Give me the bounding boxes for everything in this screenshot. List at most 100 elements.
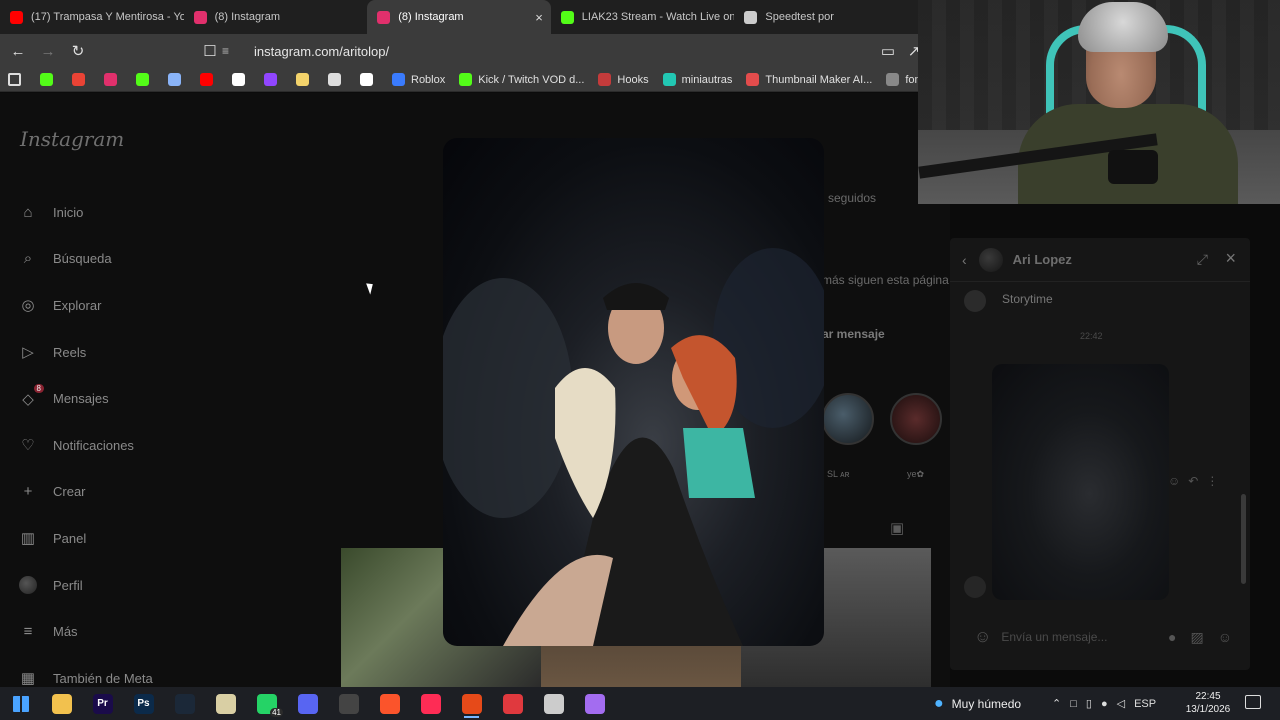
bookmark-item[interactable] bbox=[136, 73, 155, 86]
kick-icon bbox=[459, 73, 473, 86]
bookmark-item[interactable]: Kick / Twitch VOD d... bbox=[459, 73, 584, 86]
instagram-logo[interactable]: Instagram bbox=[20, 127, 124, 151]
bookmark-item[interactable] bbox=[8, 73, 27, 86]
bookmark-item[interactable] bbox=[168, 73, 187, 86]
emoji-icon[interactable]: ☺ bbox=[974, 627, 991, 647]
highlight-label-2: ye✿ bbox=[907, 469, 925, 479]
reload-icon[interactable]: ↻ bbox=[66, 39, 90, 63]
sidebar-item-b-squeda[interactable]: ⌕ Búsqueda bbox=[18, 236, 153, 283]
volume-icon[interactable]: ◁ bbox=[1117, 697, 1125, 710]
streamlabs-icon[interactable] bbox=[492, 687, 533, 720]
ethereum-icon bbox=[168, 73, 181, 86]
following-count[interactable]: l seguidos bbox=[822, 191, 876, 205]
browser-tab[interactable]: (8) Instagram bbox=[184, 0, 368, 34]
notification-center-icon[interactable] bbox=[1245, 695, 1261, 709]
reply-icon[interactable]: ↶ bbox=[1188, 474, 1198, 488]
bookmark-item[interactable] bbox=[40, 73, 59, 86]
system-clock[interactable]: 22:45 13/1/2026 bbox=[1180, 690, 1236, 716]
dm-scrollbar[interactable] bbox=[1241, 290, 1246, 590]
dm-contact-name[interactable]: Ari Lopez bbox=[1013, 252, 1072, 267]
settings-icon[interactable] bbox=[533, 687, 574, 720]
bookmark-item[interactable] bbox=[200, 73, 219, 86]
language-indicator[interactable]: ESP bbox=[1134, 698, 1156, 710]
expand-icon[interactable]: ⤢ bbox=[1197, 251, 1208, 268]
forward-icon[interactable]: → bbox=[36, 39, 60, 63]
bookmark-item[interactable]: Roblox bbox=[392, 73, 445, 86]
browser-tab[interactable]: LIAK23 Stream - Watch Live on Kick bbox=[551, 0, 735, 34]
bookmark-item[interactable] bbox=[360, 73, 379, 86]
media-player-icon[interactable] bbox=[574, 687, 615, 720]
back-icon[interactable]: ‹ bbox=[962, 252, 967, 268]
bookmark-item[interactable] bbox=[72, 73, 91, 86]
browser-tab[interactable]: (17) Trampasa Y Mentirosa - YouTube bbox=[0, 0, 184, 34]
kick-app-icon[interactable] bbox=[205, 687, 246, 720]
windows-icon[interactable] bbox=[0, 687, 41, 720]
chevron-up-icon[interactable]: ⌃ bbox=[1052, 697, 1061, 710]
sidebar-item-label: Crear bbox=[53, 484, 86, 500]
notification-count: 41 bbox=[270, 708, 283, 717]
sidebar-item-label: Explorar bbox=[53, 297, 102, 313]
react-icon[interactable]: ☺ bbox=[1168, 474, 1180, 488]
tiktok-studio-icon[interactable] bbox=[410, 687, 451, 720]
bookmark-item[interactable]: Thumbnail Maker AI... bbox=[746, 73, 872, 86]
bookmark-item[interactable]: Hooks bbox=[598, 73, 649, 86]
back-icon[interactable]: ← bbox=[6, 39, 30, 63]
usb-icon[interactable]: ▯ bbox=[1086, 697, 1092, 710]
more-icon[interactable]: ⋮ bbox=[1206, 474, 1218, 488]
sidebar-item-m-s[interactable]: ≡ Más bbox=[18, 608, 153, 655]
sidebar-item-crear[interactable]: + Crear bbox=[18, 469, 153, 516]
sidebar-item-reels[interactable]: ▷ Reels bbox=[18, 329, 153, 376]
message-composer[interactable]: ☺ Envía un mensaje... ● ▨ ☺ bbox=[974, 618, 1232, 656]
sidebar-item-explorar[interactable]: ◎ Explorar bbox=[18, 282, 153, 329]
bookmark-label: fondos hd bbox=[905, 73, 918, 86]
tab-title: (8) Instagram bbox=[398, 11, 464, 23]
bookmark-item[interactable] bbox=[232, 73, 251, 86]
message-input[interactable]: Envía un mensaje... bbox=[1001, 630, 1154, 644]
address-bar[interactable]: ≡ instagram.com/aritolop/ bbox=[222, 37, 918, 65]
sidebar-item-mensajes[interactable]: ◇ 8 Mensajes bbox=[18, 375, 153, 422]
sidebar-item-inicio[interactable]: ⌂ Inicio bbox=[18, 189, 153, 236]
discord-icon[interactable] bbox=[287, 687, 328, 720]
system-tray: ⌃ □ ▯ ● ◁ ESP bbox=[1052, 687, 1156, 720]
bookmark-item[interactable]: fondos hd bbox=[886, 73, 918, 86]
mic-tray-icon[interactable]: ● bbox=[1101, 698, 1108, 710]
brave-icon[interactable] bbox=[369, 687, 410, 720]
chrome-icon[interactable] bbox=[451, 687, 492, 720]
browser-tab[interactable]: Speedtest por bbox=[734, 0, 918, 34]
send-message-button[interactable]: ar mensaje bbox=[822, 327, 885, 341]
tab-close-icon[interactable]: × bbox=[535, 10, 543, 25]
sidebar-item-panel[interactable]: ▥ Panel bbox=[18, 515, 153, 562]
weather-widget[interactable]: ● Muy húmedo bbox=[934, 687, 1021, 720]
tab-title: LIAK23 Stream - Watch Live on Kick bbox=[581, 11, 735, 23]
close-icon[interactable]: × bbox=[1225, 248, 1236, 269]
bookmark-item[interactable] bbox=[264, 73, 283, 86]
story-highlight-2[interactable] bbox=[890, 393, 942, 445]
photoshop-icon[interactable]: Ps bbox=[123, 687, 164, 720]
image-icon[interactable]: ▨ bbox=[1190, 629, 1203, 646]
sidebar-item-perfil[interactable]: Perfil bbox=[18, 562, 153, 609]
bookmark-star-icon[interactable]: ☐ bbox=[198, 39, 222, 63]
bookmark-item[interactable]: miniautras bbox=[662, 73, 732, 86]
tagged-tab-icon[interactable]: ▣ bbox=[890, 519, 904, 537]
scrollbar-thumb[interactable] bbox=[1241, 494, 1246, 584]
avatar[interactable] bbox=[978, 247, 1003, 272]
browser-tab[interactable]: (8) Instagram × bbox=[367, 0, 551, 34]
network-icon[interactable]: □ bbox=[1070, 698, 1077, 710]
shared-photo-message[interactable] bbox=[992, 364, 1169, 600]
cast-icon[interactable]: ▭ bbox=[876, 39, 900, 63]
premiere-icon[interactable]: Pr bbox=[82, 687, 123, 720]
weather-text: Muy húmedo bbox=[951, 696, 1022, 711]
steam-icon[interactable] bbox=[164, 687, 205, 720]
whatsapp-icon[interactable]: 41 bbox=[246, 687, 287, 720]
file-explorer-icon[interactable] bbox=[41, 687, 82, 720]
bookmark-item[interactable] bbox=[296, 73, 315, 86]
story-highlight-1[interactable] bbox=[822, 393, 874, 445]
photo-viewer-image[interactable] bbox=[443, 138, 824, 646]
bookmark-item[interactable] bbox=[328, 73, 347, 86]
sidebar-item-notificaciones[interactable]: ♡ Notificaciones bbox=[18, 422, 153, 469]
obs-icon[interactable] bbox=[328, 687, 369, 720]
sticker-icon[interactable]: ☺ bbox=[1218, 629, 1232, 645]
site-info-icon[interactable]: ≡ bbox=[222, 44, 242, 58]
bookmark-item[interactable] bbox=[104, 73, 123, 86]
microphone-icon[interactable]: ● bbox=[1168, 629, 1176, 645]
